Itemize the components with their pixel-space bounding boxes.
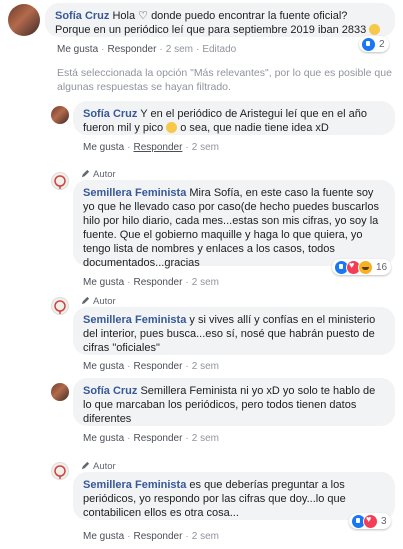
reply-button[interactable]: Responder <box>133 277 182 288</box>
comment-actions: Me gusta · Responder · 2 sem <box>83 277 219 288</box>
like-button[interactable]: Me gusta <box>83 361 124 372</box>
like-button[interactable]: Me gusta <box>83 433 124 444</box>
author-tag-label: Autor <box>93 296 116 307</box>
emoji-icon <box>166 122 178 133</box>
comment-bubble: Semillera Feminista y si vives allí y co… <box>73 307 395 355</box>
reply-button[interactable]: Responder <box>133 361 182 372</box>
comment-actions: Me gusta · Responder · 2 sem <box>83 531 219 542</box>
comment-actions: Me gusta · Responder · 2 sem <box>83 142 219 153</box>
avatar[interactable] <box>51 383 69 401</box>
comment-actions: Me gusta · Responder · 2 sem <box>83 361 219 372</box>
comment-bubble: Sofía Cruz Y en el periódico de Aristegu… <box>73 101 395 135</box>
avatar[interactable] <box>51 106 69 124</box>
author-badge: Autor <box>81 296 116 307</box>
comment-bubble: Semillera Feminista Mira Sofía, en este … <box>73 180 395 269</box>
author-name[interactable]: Semillera Feminista <box>83 314 186 326</box>
author-tag-label: Autor <box>93 169 116 180</box>
pencil-icon <box>81 169 90 178</box>
comment-text-continued: o sea, que nadie tiene idea xD <box>180 122 329 134</box>
avatar[interactable] <box>51 462 69 480</box>
pencil-icon <box>81 296 90 305</box>
edited-label[interactable]: Editado <box>202 44 236 55</box>
love-reaction-icon <box>363 513 378 529</box>
like-reaction-icon <box>361 36 376 52</box>
reply-button[interactable]: Responder <box>133 531 182 542</box>
comment-bubble: Semillera Feminista es que deberías preg… <box>73 472 395 520</box>
like-button[interactable]: Me gusta <box>57 44 98 55</box>
filter-notice: Está seleccionada la opción "Más relevan… <box>57 67 392 93</box>
comment-text: Mira Sofía, en este caso la fuente soy y… <box>83 187 379 269</box>
author-name[interactable]: Sofía Cruz <box>55 10 109 22</box>
author-badge: Autor <box>81 461 116 472</box>
author-tag-label: Autor <box>93 461 116 472</box>
avatar[interactable] <box>51 297 69 315</box>
reply-button[interactable]: Responder <box>133 142 182 153</box>
pencil-icon <box>81 461 90 470</box>
author-badge: Autor <box>81 169 116 180</box>
reaction-summary[interactable]: 2 <box>359 36 389 52</box>
timestamp[interactable]: 2 sem <box>192 142 219 153</box>
comment-bubble: Sofía Cruz Semillera Feminista ni yo xD … <box>73 378 395 426</box>
avatar[interactable] <box>8 4 40 36</box>
reaction-summary[interactable]: 16 <box>332 259 392 275</box>
timestamp[interactable]: 2 sem <box>192 433 219 444</box>
haha-reaction-icon <box>358 259 373 275</box>
author-name[interactable]: Semillera Feminista <box>83 187 186 199</box>
author-name[interactable]: Semillera Feminista <box>83 479 186 491</box>
like-button[interactable]: Me gusta <box>83 277 124 288</box>
timestamp[interactable]: 2 sem <box>166 44 193 55</box>
author-name[interactable]: Sofía Cruz <box>83 108 137 120</box>
emoji-icon <box>369 24 381 35</box>
comment-actions: Me gusta · Responder · 2 sem · Editado <box>57 44 237 55</box>
reply-button[interactable]: Responder <box>107 44 156 55</box>
timestamp[interactable]: 2 sem <box>192 531 219 542</box>
like-button[interactable]: Me gusta <box>83 142 124 153</box>
reaction-count: 3 <box>381 515 387 527</box>
avatar[interactable] <box>51 172 69 190</box>
timestamp[interactable]: 2 sem <box>192 361 219 372</box>
reaction-count: 16 <box>376 261 388 273</box>
timestamp[interactable]: 2 sem <box>192 277 219 288</box>
reaction-summary[interactable]: 3 <box>349 513 391 529</box>
comment-actions: Me gusta · Responder · 2 sem <box>83 433 219 444</box>
reaction-count: 2 <box>379 38 385 50</box>
reply-button[interactable]: Responder <box>133 433 182 444</box>
comment-bubble: Sofía Cruz Hola ♡ donde puedo encontrar … <box>45 3 395 37</box>
author-name[interactable]: Sofía Cruz <box>83 385 137 397</box>
like-button[interactable]: Me gusta <box>83 531 124 542</box>
